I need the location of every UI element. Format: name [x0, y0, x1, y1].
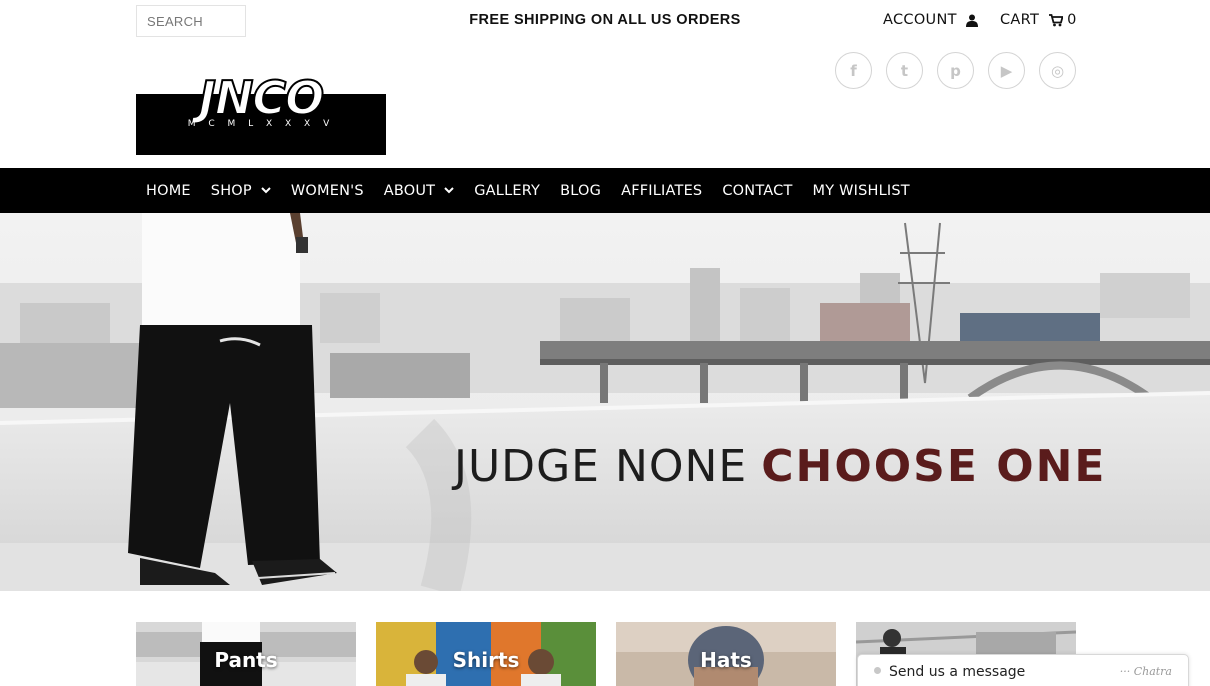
- hero-tagline-light: JUDGE NONE: [454, 441, 748, 492]
- nav-label: MY WISHLIST: [812, 182, 910, 199]
- facebook-icon[interactable]: f: [835, 52, 872, 89]
- main-nav: HOME SHOP WOMEN'S ABOUT GALLERY BLOG AFF…: [0, 168, 1210, 213]
- nav-label: GALLERY: [474, 182, 541, 199]
- nav-shop[interactable]: SHOP: [211, 168, 271, 213]
- cart-link[interactable]: CART 0: [1000, 12, 1077, 28]
- nav-label: BLOG: [560, 182, 602, 199]
- hero-banner[interactable]: JUDGE NONE CHOOSE ONE: [0, 213, 1210, 591]
- nav-label: HOME: [146, 182, 191, 199]
- category-tile-label: Pants: [214, 648, 278, 672]
- chat-status-dot: [874, 667, 881, 674]
- svg-text:M C M L X X X V: M C M L X X X V: [188, 119, 335, 129]
- nav-about[interactable]: ABOUT: [384, 168, 455, 213]
- chevron-down-icon: [261, 187, 271, 194]
- cart-icon: [1049, 13, 1064, 27]
- nav-wishlist[interactable]: MY WISHLIST: [813, 168, 910, 213]
- hero-tagline: JUDGE NONE CHOOSE ONE: [454, 441, 1107, 492]
- instagram-icon[interactable]: ◎: [1039, 52, 1076, 89]
- nav-label: AFFILIATES: [621, 182, 703, 199]
- hero-image: [0, 213, 1210, 591]
- chevron-down-icon: [444, 187, 454, 194]
- youtube-icon[interactable]: ▶: [988, 52, 1025, 89]
- category-tile-label: Hats: [700, 648, 752, 672]
- account-label: ACCOUNT: [883, 12, 957, 28]
- jnco-logo[interactable]: JNCO M C M L X X X V: [136, 70, 386, 155]
- nav-label: ABOUT: [383, 182, 436, 199]
- nav-womens[interactable]: WOMEN'S: [291, 168, 364, 213]
- cart-label: CART: [1000, 12, 1040, 28]
- nav-label: WOMEN'S: [290, 182, 364, 199]
- chat-widget[interactable]: Send us a message ··· Chatra: [857, 654, 1189, 686]
- nav-label: CONTACT: [722, 182, 793, 199]
- category-tile-pants[interactable]: Pants: [136, 622, 356, 686]
- nav-blog[interactable]: BLOG: [560, 168, 601, 213]
- nav-label: SHOP: [210, 182, 252, 199]
- social-links: f t p ▶ ◎: [835, 52, 1076, 89]
- category-tile-label: Shirts: [452, 648, 520, 672]
- chat-message: Send us a message: [889, 664, 1026, 680]
- nav-affiliates[interactable]: AFFILIATES: [621, 168, 702, 213]
- nav-gallery[interactable]: GALLERY: [474, 168, 540, 213]
- svg-text:JNCO: JNCO: [191, 74, 323, 125]
- user-icon: [965, 14, 978, 27]
- account-link[interactable]: ACCOUNT: [883, 12, 978, 28]
- chat-brand: ··· Chatra: [1119, 665, 1172, 678]
- nav-contact[interactable]: CONTACT: [722, 168, 792, 213]
- hero-tagline-bold: CHOOSE ONE: [761, 441, 1107, 492]
- nav-home[interactable]: HOME: [136, 168, 191, 213]
- twitter-icon[interactable]: t: [886, 52, 923, 89]
- cart-count: 0: [1067, 12, 1077, 28]
- category-tile-hats[interactable]: Hats: [616, 622, 836, 686]
- pinterest-icon[interactable]: p: [937, 52, 974, 89]
- category-tile-shirts[interactable]: Shirts: [376, 622, 596, 686]
